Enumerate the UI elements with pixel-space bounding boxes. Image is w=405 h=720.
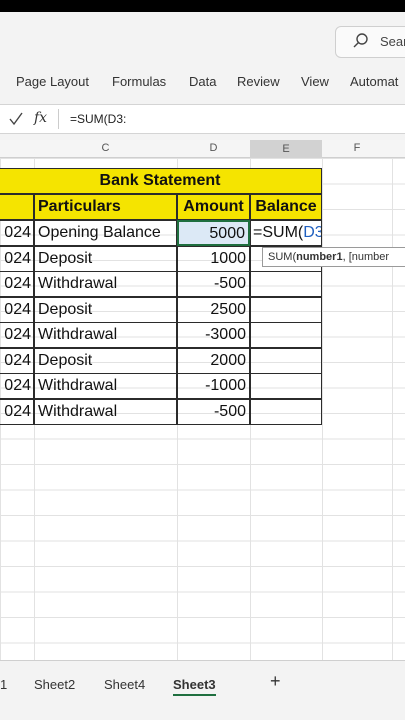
particulars-cell[interactable]: Withdrawal [34,271,177,297]
date-cell[interactable]: 024 [0,347,34,374]
tab-review[interactable]: Review [237,74,280,89]
tab-data[interactable]: Data [189,74,216,89]
date-cell[interactable]: 024 [0,373,34,399]
sheet-tab-sheet4[interactable]: Sheet4 [104,677,145,692]
tab-formulas[interactable]: Formulas [112,74,166,89]
column-header-c[interactable]: C [34,142,177,154]
tooltip-rest: , [number [342,251,390,263]
particulars-cell[interactable]: Withdrawal [34,322,177,348]
sheet-tab-sheet2[interactable]: Sheet2 [34,677,75,692]
amount-cell[interactable]: 1000 [177,245,250,272]
header-amount[interactable]: Amount [177,194,250,220]
date-cell[interactable]: 024 [0,398,34,425]
sheet-tab-1[interactable]: 1 [0,677,7,692]
tab-automate[interactable]: Automat [350,74,398,89]
check-icon[interactable] [8,111,24,127]
header-year-cell[interactable] [0,194,34,220]
amount-cell[interactable]: -1000 [177,373,250,399]
formula-bar-divider [58,109,59,129]
particulars-cell[interactable]: Deposit [34,245,177,272]
formula-input[interactable]: =SUM(D3: [70,112,126,126]
date-cell[interactable]: 024 [0,220,34,246]
balance-cell[interactable] [250,296,322,323]
function-tooltip: SUM(number1, [number [262,247,405,267]
amount-cell[interactable]: 5000 [177,220,250,246]
add-sheet-icon[interactable]: + [270,671,281,692]
amount-cell[interactable]: -500 [177,271,250,297]
search-label: Sear [380,34,405,49]
balance-cell[interactable] [250,373,322,399]
column-header-d[interactable]: D [177,142,250,154]
search-icon[interactable] [352,32,370,50]
tab-view[interactable]: View [301,74,329,89]
particulars-cell[interactable]: Deposit [34,347,177,374]
table-title[interactable]: Bank Statement [0,168,322,194]
date-cell[interactable]: 024 [0,296,34,323]
grid-line [392,158,393,660]
header-balance[interactable]: Balance [250,194,322,220]
formula-bar: fx =SUM(D3: [0,104,405,134]
amount-cell[interactable]: 2500 [177,296,250,323]
particulars-cell[interactable]: Opening Balance [34,220,177,246]
particulars-cell[interactable]: Deposit [34,296,177,323]
column-header-e[interactable]: E [250,140,322,158]
tooltip-fn: SUM( [268,251,297,263]
grid-line [322,158,323,660]
tab-page-layout[interactable]: Page Layout [16,74,89,89]
date-cell[interactable]: 024 [0,271,34,297]
balance-cell[interactable] [250,347,322,374]
header-particulars[interactable]: Particulars [34,194,177,220]
sheet-tab-sheet3[interactable]: Sheet3 [173,677,216,696]
particulars-cell[interactable]: Withdrawal [34,373,177,399]
date-cell[interactable]: 024 [0,322,34,348]
excel-window: Sear Page Layout Formulas Data Review Vi… [0,12,405,720]
balance-cell[interactable] [250,398,322,425]
balance-formula-ref: D3: [303,224,321,241]
particulars-cell[interactable]: Withdrawal [34,398,177,425]
balance-cell[interactable] [250,322,322,348]
column-header-row: C D E F [0,140,405,158]
amount-cell[interactable]: -500 [177,398,250,425]
amount-cell[interactable]: -3000 [177,322,250,348]
amount-cell[interactable]: 2000 [177,347,250,374]
sheet-tab-bar: 1 Sheet2 Sheet4 Sheet3 + [0,660,405,720]
fx-icon[interactable]: fx [34,110,47,126]
balance-formula-text: =SUM( [253,224,304,241]
tooltip-arg: number1 [296,251,343,263]
balance-cell[interactable]: =SUM(D3: [250,220,322,246]
balance-cell[interactable] [250,271,322,297]
column-header-f[interactable]: F [322,142,392,154]
date-cell[interactable]: 024 [0,245,34,272]
